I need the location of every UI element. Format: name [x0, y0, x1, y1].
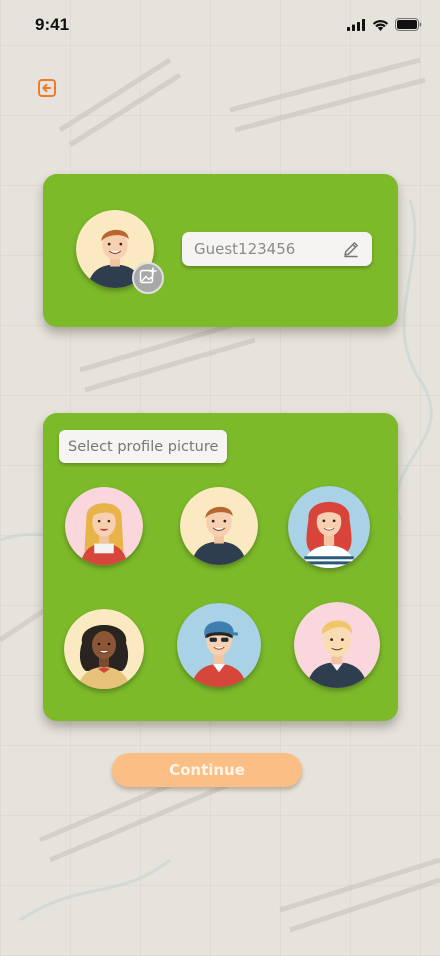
avatar-option-brown-hair-man[interactable]: [180, 487, 258, 565]
avatar-option-blue-cap-boy[interactable]: [177, 603, 261, 687]
status-time: 9:41: [35, 15, 70, 34]
avatar-option-blonde-man[interactable]: [294, 602, 380, 688]
back-arrow-icon: [36, 77, 58, 103]
picker-title: Select profile picture: [59, 430, 228, 463]
avatar-option-red-hair-woman[interactable]: [288, 486, 370, 568]
profile-picture-picker: Select profile picture: [43, 413, 398, 721]
avatar-option-curly-black-hair-woman[interactable]: [64, 609, 144, 689]
continue-button[interactable]: Continue: [112, 753, 302, 787]
wifi-icon: [372, 16, 389, 35]
status-icons: [347, 16, 422, 35]
edit-pencil-icon[interactable]: [340, 238, 362, 260]
add-image-icon: [139, 267, 157, 289]
username-field[interactable]: [182, 232, 372, 266]
status-bar: 9:41: [0, 0, 440, 50]
back-button[interactable]: [35, 78, 59, 102]
username-input[interactable]: [194, 240, 340, 258]
profile-card: [43, 174, 398, 327]
cellular-signal-icon: [347, 16, 366, 35]
avatar-option-blonde-woman[interactable]: [65, 487, 143, 565]
battery-icon: [395, 16, 422, 35]
change-photo-button[interactable]: [132, 262, 164, 294]
